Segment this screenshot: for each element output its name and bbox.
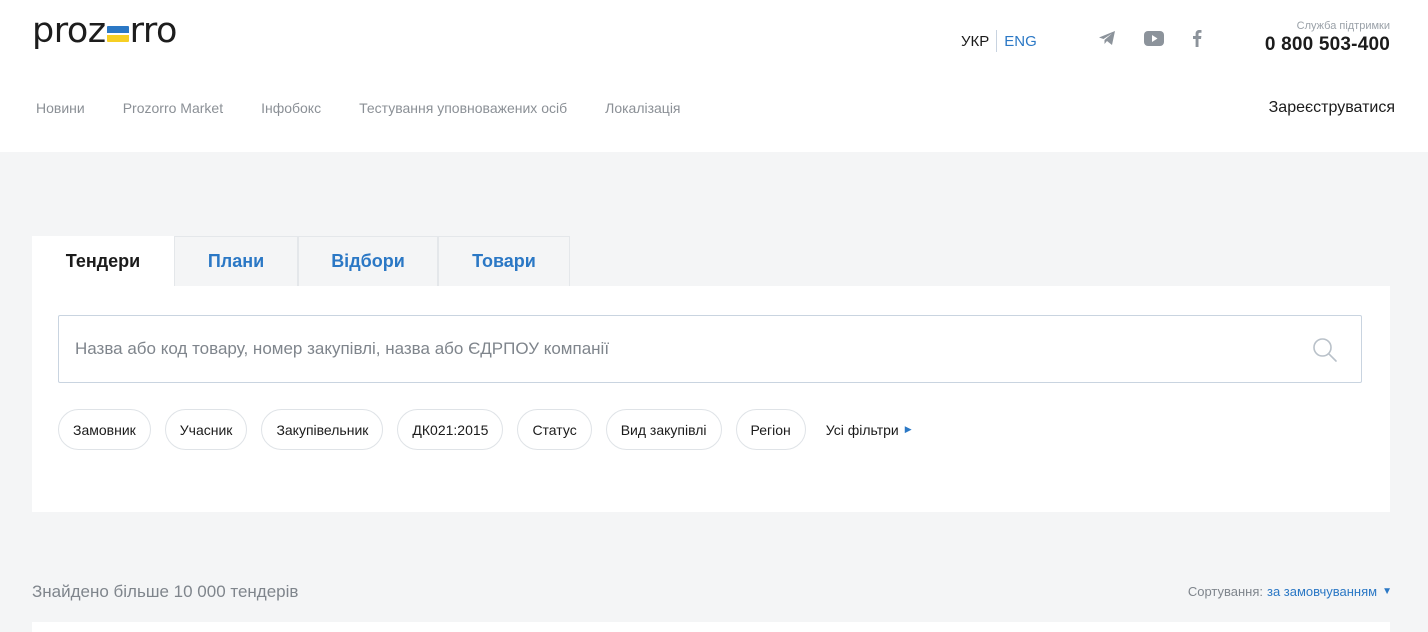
results-count: Знайдено більше 10 000 тендерів [32, 582, 299, 601]
sort-value[interactable]: за замовчуванням [1267, 584, 1377, 599]
tab-selections[interactable]: Відбори [298, 236, 438, 286]
support-label: Служба підтримки [1296, 20, 1390, 32]
search-panel: Замовник Учасник Закупівельник ДК021:201… [32, 286, 1390, 512]
caret-right-icon: ▶ [904, 424, 912, 434]
lang-ukr[interactable]: УКР [961, 33, 989, 50]
search-tabs: Тендери Плани Відбори Товари [32, 236, 570, 286]
search-icon[interactable] [1311, 336, 1339, 364]
filter-dk021[interactable]: ДК021:2015 [397, 409, 504, 450]
register-link[interactable]: Зареєструватися [1269, 99, 1395, 117]
site-header: proz rro УКР ENG Служба підтримки 0 800 … [0, 0, 1428, 152]
filter-procurement-type[interactable]: Вид закупівлі [605, 409, 722, 450]
social-links [1098, 29, 1202, 47]
sort-label: Сортування: [1187, 584, 1263, 599]
filter-region[interactable]: Регіон [735, 409, 806, 450]
tab-goods[interactable]: Товари [438, 236, 570, 286]
nav-item-news[interactable]: Новини [36, 100, 85, 116]
main-area: Тендери Плани Відбори Товари Замовник Уч… [0, 152, 1428, 632]
logo-text-left: proz [32, 11, 106, 51]
tab-tenders[interactable]: Тендери [32, 236, 174, 286]
caret-down-icon[interactable]: ▼ [1382, 586, 1392, 597]
language-switcher: УКР ENG [961, 30, 1037, 52]
flag-icon [106, 26, 129, 42]
main-nav: Новини Prozorro Market Інфобокс Тестуван… [36, 100, 719, 116]
lang-eng[interactable]: ENG [1004, 33, 1037, 50]
filter-participant[interactable]: Учасник [164, 409, 248, 450]
support-block: Служба підтримки 0 800 503-400 [1200, 20, 1390, 56]
prozorro-logo[interactable]: proz rro [32, 8, 177, 54]
sort-control: Сортування: за замовчуванням ▼ [1188, 584, 1392, 599]
nav-item-infobox[interactable]: Інфобокс [261, 100, 321, 116]
youtube-icon[interactable] [1144, 30, 1164, 46]
search-input[interactable] [75, 339, 1295, 359]
logo-text-right: rro [129, 11, 178, 51]
filter-status[interactable]: Статус [517, 409, 592, 450]
nav-item-prozorro-market[interactable]: Prozorro Market [123, 100, 223, 116]
filter-customer[interactable]: Замовник [58, 409, 151, 450]
search-box [58, 315, 1362, 383]
telegram-icon[interactable] [1098, 30, 1116, 46]
nav-item-testing[interactable]: Тестування уповноважених осіб [359, 100, 567, 116]
all-filters-button[interactable]: Усі фільтри ▶ [826, 422, 912, 438]
lang-divider [996, 30, 998, 52]
support-phone[interactable]: 0 800 503-400 [1200, 34, 1390, 56]
results-list-top [32, 622, 1390, 632]
all-filters-label: Усі фільтри [825, 421, 899, 438]
filter-chips: Замовник Учасник Закупівельник ДК021:201… [58, 409, 912, 450]
filter-purchaser[interactable]: Закупівельник [261, 409, 384, 450]
tab-plans[interactable]: Плани [174, 236, 298, 286]
nav-item-localization[interactable]: Локалізація [605, 100, 680, 116]
